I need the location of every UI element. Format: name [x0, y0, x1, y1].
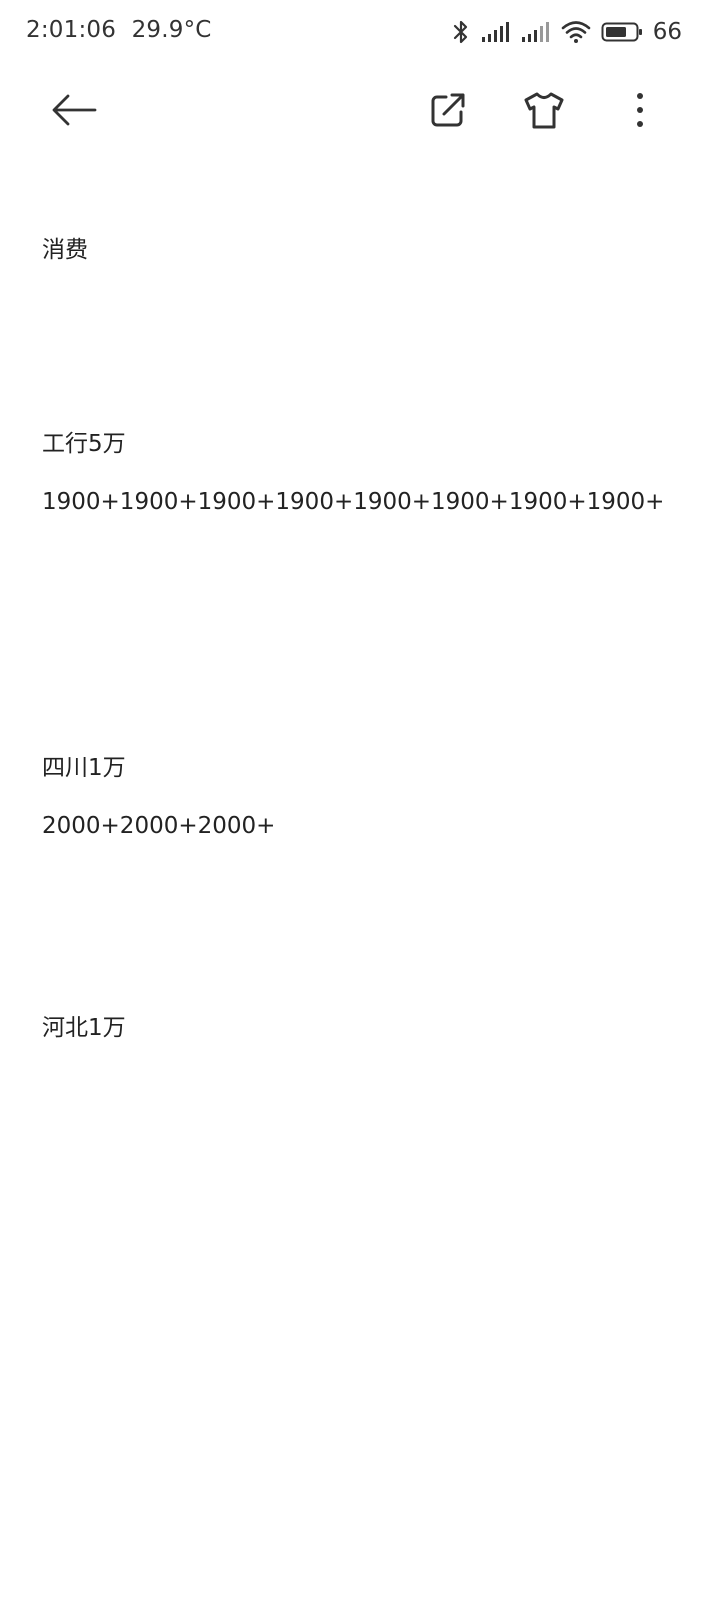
- note-line: 消费: [42, 237, 88, 263]
- share-external-icon: [428, 90, 468, 134]
- more-vertical-icon: [634, 90, 646, 134]
- note-line: 2000+2000+2000+: [42, 813, 276, 839]
- note-line: 河北1万: [42, 1015, 126, 1041]
- signal-icon: [521, 21, 551, 43]
- share-button[interactable]: [422, 86, 474, 138]
- battery-icon: [601, 21, 643, 43]
- note-line: 1900+1900+1900+1900+1900+1900+1900+1900+: [42, 489, 665, 515]
- note-line: 工行5万: [42, 431, 126, 457]
- status-bar: 2:01:06 29.9°C 66: [0, 0, 720, 64]
- status-left: 2:01:06 29.9°C: [26, 17, 220, 43]
- tshirt-icon: [523, 90, 565, 134]
- status-time: 2:01:06: [26, 17, 117, 43]
- bluetooth-icon: [451, 19, 471, 45]
- back-button[interactable]: [48, 86, 100, 138]
- status-temperature: 29.9°C: [131, 17, 212, 43]
- arrow-left-icon: [51, 92, 97, 132]
- status-icons: 66: [451, 17, 682, 47]
- more-options-button[interactable]: [614, 86, 666, 138]
- note-line: 四川1万: [42, 755, 126, 781]
- signal-icon: [481, 21, 511, 43]
- theme-button[interactable]: [518, 86, 570, 138]
- battery-level: 66: [652, 19, 682, 45]
- wifi-icon: [561, 20, 591, 44]
- toolbar: [0, 76, 720, 148]
- note-screen: 2:01:06 29.9°C 66 消费 工行5万 1900+1900+1900…: [0, 0, 720, 1600]
